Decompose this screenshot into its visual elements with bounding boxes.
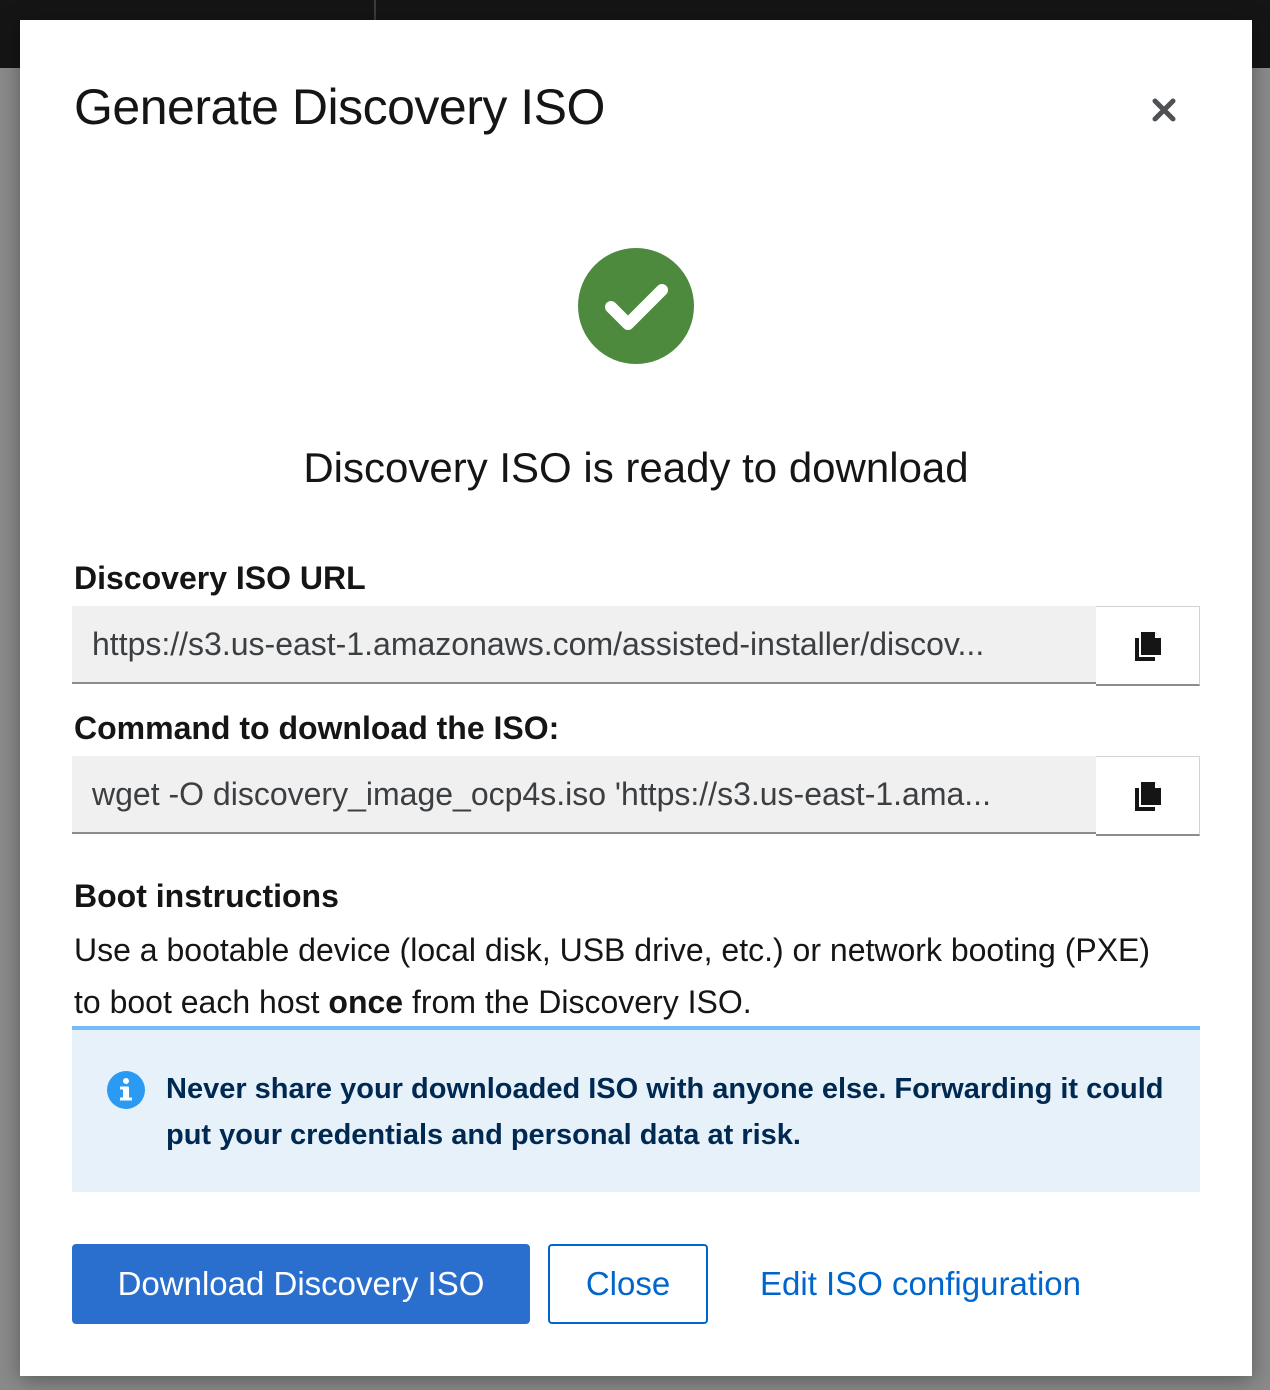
download-iso-button[interactable]: Download Discovery ISO [72,1244,530,1324]
boot-instructions-title: Boot instructions [74,878,339,914]
info-circle-icon [106,1070,146,1110]
ready-status-text: Discovery ISO is ready to download [303,444,969,491]
info-alert: Never share your downloaded ISO with any… [72,1026,1200,1192]
command-label: Command to download the ISO: [74,710,560,746]
alert-message: Never share your downloaded ISO with any… [166,1073,1164,1151]
boot-text-emphasis: once [328,984,404,1020]
boot-instructions-text: Use a bootable device (local disk, USB d… [74,924,1184,1028]
command-input[interactable]: wget -O discovery_image_ocp4s.iso 'https… [72,756,1096,834]
url-copy-field: https://s3.us-east-1.amazonaws.com/assis… [72,606,1200,686]
background-divider [374,0,376,20]
check-circle-icon [578,248,694,364]
url-value: https://s3.us-east-1.amazonaws.com/assis… [92,625,985,662]
url-input[interactable]: https://s3.us-east-1.amazonaws.com/assis… [72,606,1096,684]
boot-text-part: from the Discovery ISO. [403,984,752,1020]
copy-icon [1134,781,1161,811]
edit-iso-configuration-link[interactable]: Edit ISO configuration [760,1244,1081,1324]
command-copy-field: wget -O discovery_image_ocp4s.iso 'https… [72,756,1200,836]
command-value: wget -O discovery_image_ocp4s.iso 'https… [92,775,991,812]
generate-iso-modal: Generate Discovery ISO Discovery ISO is … [20,20,1252,1376]
url-label: Discovery ISO URL [74,560,366,596]
modal-title: Generate Discovery ISO [74,79,605,135]
close-button[interactable]: Close [548,1244,708,1324]
copy-icon [1134,631,1161,661]
copy-command-button[interactable] [1096,756,1200,836]
close-icon[interactable] [1146,92,1182,128]
copy-url-button[interactable] [1096,606,1200,686]
